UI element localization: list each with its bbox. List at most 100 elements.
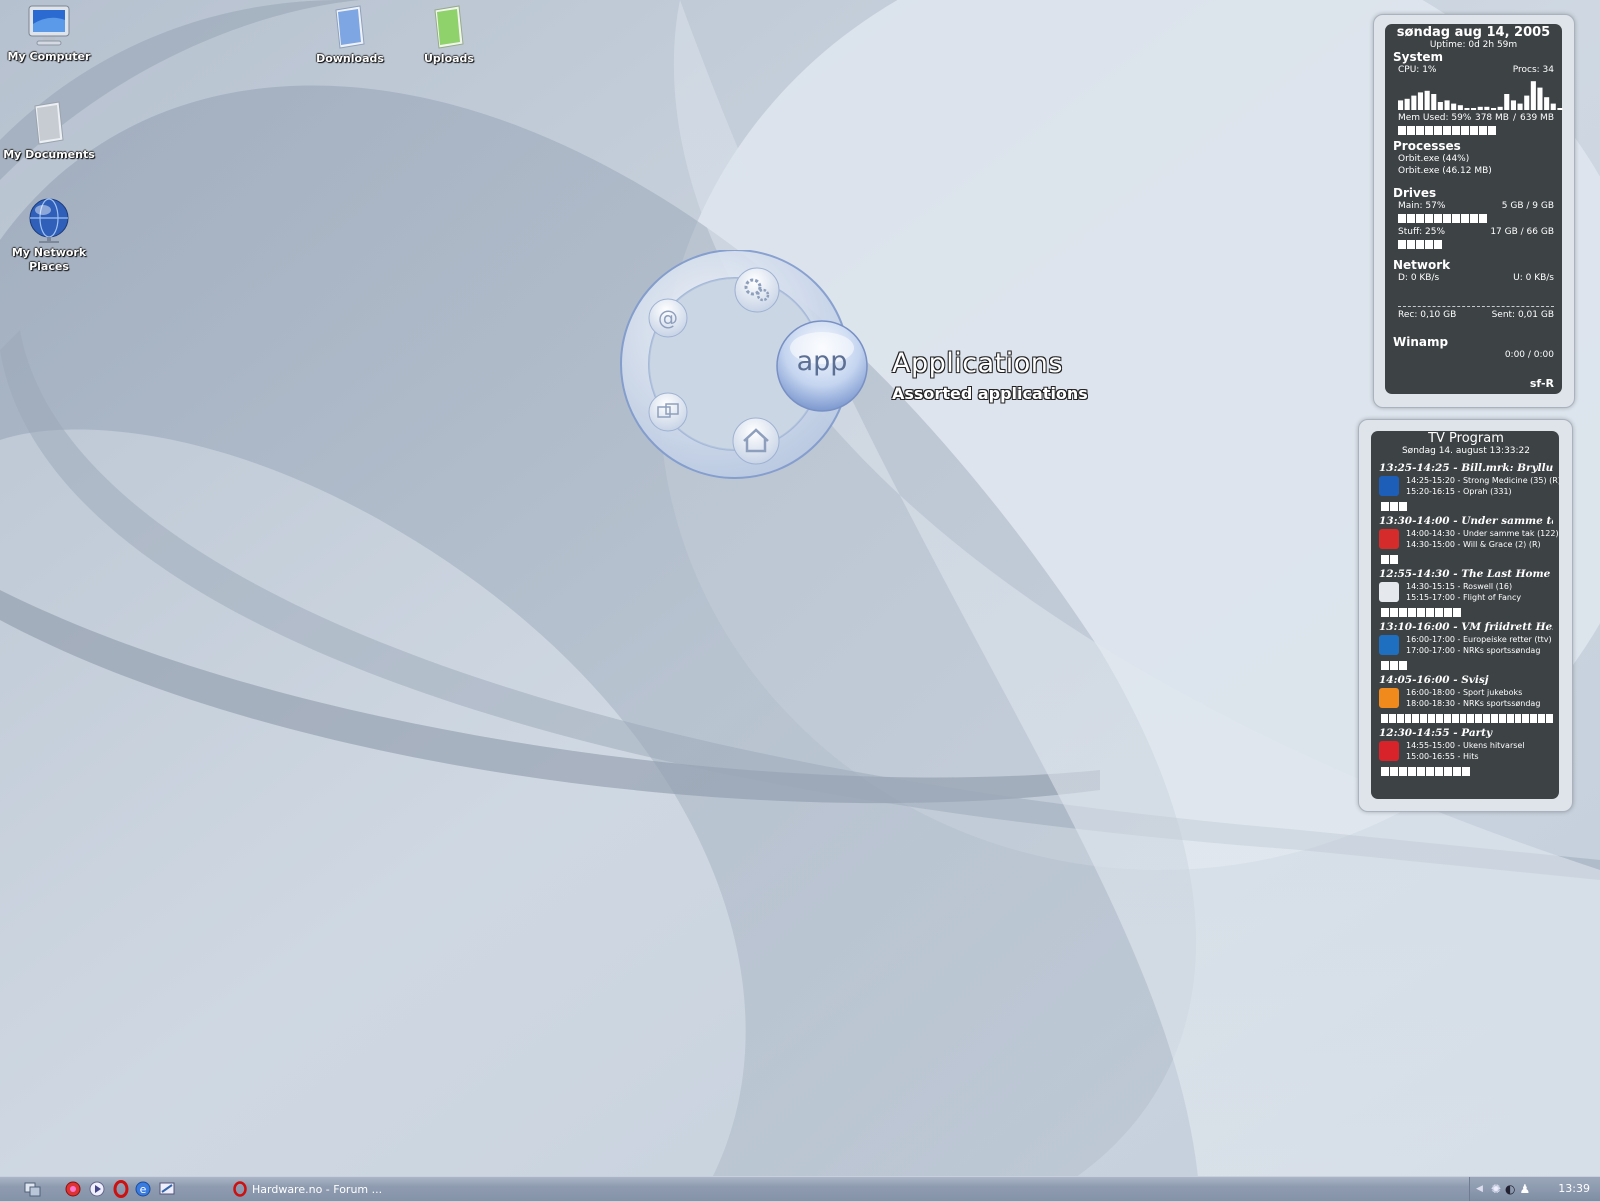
memory-usage: Mem Used: 59% <box>1398 113 1472 123</box>
desktop-icon-my-computer[interactable]: My Computer <box>0 4 104 64</box>
media-player-icon <box>89 1181 105 1197</box>
progress-block <box>1417 608 1425 617</box>
progress-block <box>1408 767 1416 776</box>
bar-block <box>1398 126 1406 135</box>
tray-network-icon[interactable]: ◐ <box>1505 1182 1515 1196</box>
orbit-item-home[interactable] <box>732 417 780 469</box>
cpu-history-bar <box>1484 106 1490 110</box>
progress-block <box>1381 661 1389 670</box>
progress-block <box>1435 767 1443 776</box>
globe-icon <box>29 198 69 243</box>
taskbar-clock[interactable]: 13:39 <box>1558 1182 1590 1195</box>
cpu-usage: CPU: 1% <box>1398 65 1437 75</box>
quick-launch-opera[interactable] <box>64 1180 82 1202</box>
tv-next-show: 15:20-16:15 - Oprah (331) <box>1406 487 1512 496</box>
folder-icon <box>335 5 365 49</box>
progress-block <box>1404 714 1412 723</box>
taskbar: e Hardware.no - Forum ... ◀ ✺ ◐ ♟ 13:39 <box>0 1176 1600 1201</box>
progress-block <box>1538 714 1546 723</box>
orbit-subtitle: Assorted applications <box>892 384 1088 403</box>
tv-progress-bar <box>1379 608 1553 617</box>
cpu-history-bar <box>1491 108 1497 110</box>
progress-block <box>1420 714 1428 723</box>
cpu-history-bar <box>1398 100 1404 110</box>
cpu-history-bar <box>1517 103 1523 110</box>
desktop-icon-my-documents[interactable]: My Documents <box>0 100 104 162</box>
tv-next-show: 18:00-18:30 - NRKs sportssøndag <box>1406 699 1541 708</box>
tray-settings-icon[interactable]: ✺ <box>1491 1182 1501 1196</box>
orbit-center-app-button[interactable]: app <box>776 320 868 412</box>
progress-block <box>1506 714 1514 723</box>
taskbar-window-title: Hardware.no - Forum ... <box>252 1182 383 1196</box>
progress-block <box>1390 767 1398 776</box>
bar-block <box>1461 214 1469 223</box>
bar-block <box>1398 214 1406 223</box>
winamp-heading: Winamp <box>1393 335 1449 349</box>
orbit-item-email[interactable]: @ <box>648 298 688 342</box>
winamp-time: 0:00 / 0:00 <box>1504 350 1554 360</box>
cpu-history-bar <box>1404 98 1410 110</box>
cpu-history-bar <box>1444 100 1450 110</box>
bar-block <box>1416 126 1424 135</box>
tv-channel-entry: 12:55-14:30 - The Last Home Run 14:30-15:… <box>1379 568 1553 617</box>
quick-launch-browser[interactable]: e <box>134 1180 152 1202</box>
tv-subtitle: Søndag 14. august 13:33:22 <box>1401 446 1531 456</box>
tray-messenger-icon[interactable]: ♟ <box>1519 1182 1530 1196</box>
bar-block <box>1416 214 1424 223</box>
zebra-logo-icon <box>1379 741 1399 761</box>
desktop-icon-my-network-places[interactable]: My Network Places <box>0 196 104 274</box>
drive-stuff-bar <box>1393 240 1554 249</box>
cpu-history-graph <box>1398 81 1563 110</box>
progress-block <box>1453 608 1461 617</box>
desktop-icon-uploads[interactable]: Uploads <box>394 4 504 66</box>
quick-launch-show-desktop[interactable] <box>158 1180 176 1202</box>
progress-block <box>1462 767 1470 776</box>
cpu-history-bar <box>1510 100 1516 110</box>
memory-used: 378 MB <box>1474 113 1509 123</box>
widget-signature: sf-R <box>1529 377 1554 390</box>
tv-now-playing: 13:30-14:00 - Under samme tak (12 <box>1379 515 1553 527</box>
start-button[interactable] <box>24 1180 42 1202</box>
bar-block <box>1479 126 1487 135</box>
cpu-history-bar <box>1464 108 1470 110</box>
taskbar-window-button[interactable]: Hardware.no - Forum ... <box>228 1179 412 1199</box>
quick-launch-opera-red[interactable] <box>112 1180 130 1202</box>
progress-block <box>1390 502 1398 511</box>
tv-progress-bar <box>1379 767 1553 776</box>
memory-total: 639 MB <box>1520 113 1554 123</box>
processes-heading: Processes <box>1393 139 1461 153</box>
progress-block <box>1435 608 1443 617</box>
opera-red-icon <box>113 1180 129 1198</box>
progress-block <box>1483 714 1491 723</box>
drive-stuff-usage: Stuff: 25% <box>1398 227 1446 237</box>
tv-channel-list: 13:25-14:25 - Bill.mrk: Bryllup (7) 14:25… <box>1379 462 1559 776</box>
bar-block <box>1398 240 1406 249</box>
cpu-history-bar <box>1451 103 1457 110</box>
orbit-item-settings[interactable] <box>734 267 780 317</box>
tv-now-playing: 12:55-14:30 - The Last Home Run <box>1379 568 1553 580</box>
progress-block <box>1381 502 1389 511</box>
progress-block <box>1390 661 1398 670</box>
desktop-icon-downloads[interactable]: Downloads <box>295 4 405 66</box>
data-received: Rec: 0,10 GB <box>1398 310 1457 320</box>
tv-now-playing: 13:25-14:25 - Bill.mrk: Bryllup (7) <box>1379 462 1553 474</box>
orbit-item-pictures[interactable] <box>648 392 688 436</box>
bar-block <box>1461 126 1469 135</box>
progress-block <box>1444 767 1452 776</box>
tray-expand-icon[interactable]: ◀ <box>1476 1184 1483 1194</box>
quick-launch-media-player[interactable] <box>88 1180 106 1202</box>
data-sent: Sent: 0,01 GB <box>1491 310 1554 320</box>
drive-stuff-size: 17 GB / 66 GB <box>1490 227 1554 237</box>
progress-block <box>1412 714 1420 723</box>
progress-block <box>1396 714 1404 723</box>
desktop-icon-label: Downloads <box>316 52 384 65</box>
bar-block <box>1443 214 1451 223</box>
network-heading: Network <box>1393 258 1451 272</box>
cpu-history-bar <box>1471 108 1477 110</box>
cpu-history-bar <box>1431 94 1437 110</box>
cpu-history-bar <box>1477 106 1483 110</box>
desktop-icon-label: My Network Places <box>11 246 87 273</box>
bar-block <box>1407 214 1415 223</box>
tv-channel-entry: 14:05-16:00 - Svisj 16:00-18:00 - Sport j… <box>1379 674 1553 723</box>
cpu-history-bar <box>1504 94 1510 110</box>
